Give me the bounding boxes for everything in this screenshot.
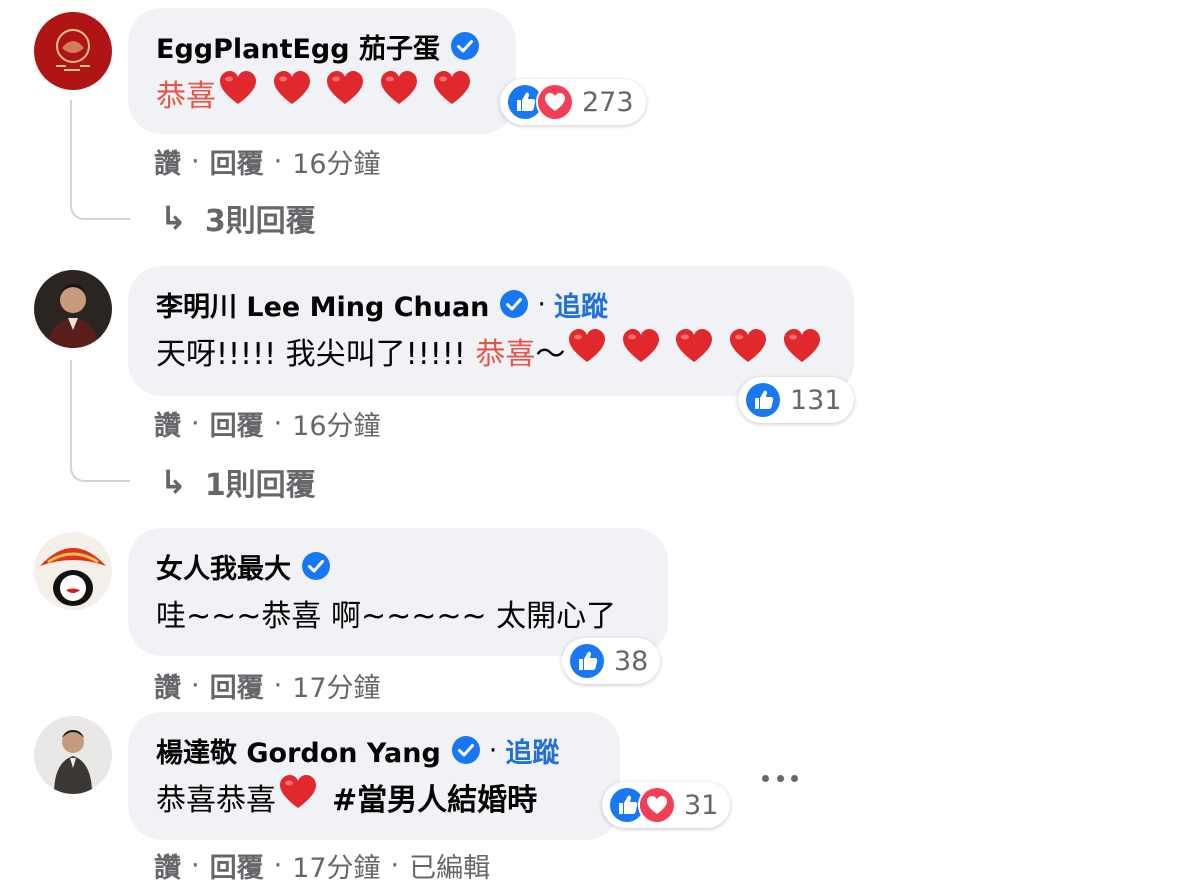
verified-badge-icon [451,735,481,765]
timestamp[interactable]: 16分鐘 [292,142,380,181]
reply-arrow-icon: ↳ [160,463,187,501]
reaction-count: 38 [614,645,649,677]
comment-text: 哇~~~恭喜 啊~~~~~ 太開心了 [156,586,640,640]
reaction-summary[interactable]: 131 [738,377,854,423]
hashtag-link[interactable]: #當男人結婚時 [332,775,537,819]
reply-arrow-icon: ↳ [160,199,187,237]
separator: · [537,288,546,320]
separator: · [191,408,200,439]
comment-bubble: 李明川 Lee Ming Chuan · 追蹤 天呀!!!!! 我尖叫了!!!!… [128,266,854,396]
thread-line [70,360,130,482]
hearts-emoji-group [218,69,476,117]
like-button[interactable]: 讚 [154,666,181,705]
comment-text-main: 天呀!!!!! 我尖叫了!!!!! [156,337,476,372]
author-name[interactable]: 女人我最大 [156,547,291,586]
reaction-count: 273 [582,86,634,118]
like-button[interactable]: 讚 [154,404,181,443]
separator: · [191,850,200,881]
comment-bubble: 楊達敬 Gordon Yang · 追蹤 恭喜恭喜 #當男人結婚時 [128,712,620,840]
comment-actions: 讚 · 回覆 · 17分鐘 [154,666,381,705]
love-reaction-icon [536,83,574,121]
red-heart-icon [379,69,419,109]
red-heart-icon [674,327,714,367]
reaction-count: 31 [684,789,719,821]
comment-actions: 讚 · 回覆 · 17分鐘 · 已編輯 [154,846,490,885]
red-heart-icon [728,327,768,367]
like-reaction-icon [744,381,782,419]
red-heart-icon [278,773,318,813]
author-name[interactable]: 李明川 Lee Ming Chuan [156,285,489,324]
reply-button[interactable]: 回覆 [210,142,264,181]
avatar-gordon-yang[interactable] [34,716,112,794]
separator: · [273,408,283,439]
replies-label: 3則回覆 [204,204,316,239]
timestamp[interactable]: 17分鐘 [292,666,380,705]
hearts-emoji-group [278,773,322,821]
red-heart-icon [432,69,472,109]
more-options-icon[interactable] [762,768,798,788]
comment-actions: 讚 · 回覆 · 16分鐘 [154,142,381,181]
reaction-summary[interactable]: 31 [602,782,731,828]
author-name[interactable]: 楊達敬 Gordon Yang [156,731,441,770]
hearts-emoji-group [567,327,825,375]
separator: · [390,850,400,881]
like-reaction-icon [568,642,606,680]
love-reaction-icon [638,786,676,824]
replies-label: 1則回覆 [204,468,316,503]
follow-button[interactable]: 追蹤 [554,285,608,324]
timestamp[interactable]: 16分鐘 [292,404,380,443]
avatar-eggplantegg[interactable] [34,12,112,90]
reaction-summary[interactable]: 273 [500,79,646,125]
timestamp[interactable]: 17分鐘 [292,846,380,885]
comment-text-main: 哇~~~恭喜 啊~~~~~ 太開心了 [156,599,617,634]
edited-label: 已編輯 [409,853,491,884]
comment-text: 恭喜 [156,66,488,120]
separator: · [191,146,200,177]
like-button[interactable]: 讚 [154,846,181,885]
red-heart-icon [218,69,258,109]
reaction-count: 131 [790,384,842,416]
like-button[interactable]: 讚 [154,142,181,181]
comment-text-highlight: 恭喜 [156,79,216,114]
comment-text-highlight: 恭喜 [475,337,536,372]
reply-button[interactable]: 回覆 [210,666,264,705]
thread-line [70,100,130,220]
reaction-summary[interactable]: 38 [562,638,661,684]
red-heart-icon [621,327,661,367]
comment-bubble: EggPlantEgg 茄子蛋 恭喜 [128,8,516,134]
verified-badge-icon [301,551,331,581]
avatar-women-page[interactable] [34,532,112,610]
avatar-lee-ming-chuan[interactable] [34,270,112,348]
comment-text-main: 恭喜恭喜 [156,783,276,818]
separator: · [273,670,283,701]
separator: · [273,146,283,177]
red-heart-icon [272,69,312,109]
follow-button[interactable]: 追蹤 [505,731,559,770]
reply-button[interactable]: 回覆 [210,846,264,885]
comment-bubble: 女人我最大 哇~~~恭喜 啊~~~~~ 太開心了 [128,528,668,656]
verified-badge-icon [499,289,529,319]
red-heart-icon [782,327,822,367]
author-name[interactable]: EggPlantEgg 茄子蛋 [156,27,440,66]
separator: · [488,734,498,766]
verified-badge-icon [450,31,480,61]
red-heart-icon [567,327,607,367]
separator: · [191,670,200,701]
comment-text-tilde: ～ [535,337,566,372]
view-replies-link[interactable]: ↳ 3則回覆 [160,196,316,240]
reply-button[interactable]: 回覆 [210,404,264,443]
view-replies-link[interactable]: ↳ 1則回覆 [160,460,316,504]
separator: · [273,850,283,881]
comment-text: 天呀!!!!! 我尖叫了!!!!! 恭喜 ～ [156,324,826,378]
comment-actions: 讚 · 回覆 · 16分鐘 [154,404,381,443]
red-heart-icon [325,69,365,109]
comment-text: 恭喜恭喜 #當男人結婚時 [156,770,592,824]
